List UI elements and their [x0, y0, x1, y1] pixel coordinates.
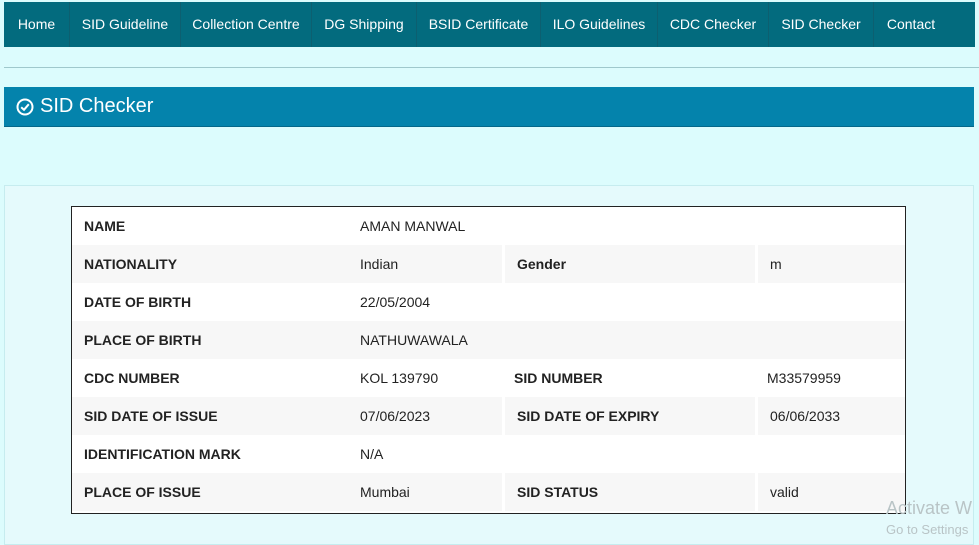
- table-row: PLACE OF BIRTH NATHUWAWALA: [72, 321, 905, 359]
- table-row: NAME AMAN MANWAL: [72, 207, 905, 245]
- sid-number-label: SID NUMBER: [514, 370, 603, 386]
- table-row: CDC NUMBER KOL 139790 SID NUMBER M335799…: [72, 359, 905, 397]
- nationality-value: Indian: [348, 245, 502, 283]
- gender-value: m: [755, 245, 905, 283]
- expiry-date-label: SID DATE OF EXPIRY: [502, 397, 755, 435]
- table-row: SID DATE OF ISSUE 07/06/2023 SID DATE OF…: [72, 397, 905, 435]
- page-title-banner: SID Checker: [4, 87, 974, 127]
- activation-watermark: Activate W: [886, 498, 973, 518]
- nav-cdc-checker[interactable]: CDC Checker: [658, 2, 769, 47]
- issue-date-label: SID DATE OF ISSUE: [72, 397, 348, 435]
- place-of-issue-value: Mumbai: [348, 473, 502, 511]
- check-circle-icon: [16, 98, 34, 116]
- identification-mark-value: N/A: [360, 446, 384, 462]
- nav-home[interactable]: Home: [4, 2, 70, 47]
- table-row: IDENTIFICATION MARK N/A: [72, 435, 905, 473]
- identification-mark-label: IDENTIFICATION MARK: [84, 446, 241, 462]
- expiry-date-value: 06/06/2033: [755, 397, 905, 435]
- nav-dg-shipping[interactable]: DG Shipping: [312, 2, 417, 47]
- sid-status-label: SID STATUS: [502, 473, 755, 511]
- issue-date-value: 07/06/2023: [348, 397, 502, 435]
- gender-label: Gender: [502, 245, 755, 283]
- nav-contact[interactable]: Contact: [874, 2, 948, 47]
- dob-label: DATE OF BIRTH: [84, 294, 192, 310]
- sid-status-value: valid: [755, 473, 905, 511]
- place-of-issue-label: PLACE OF ISSUE: [72, 473, 348, 511]
- nav-sid-guideline[interactable]: SID Guideline: [70, 2, 181, 47]
- table-row: DATE OF BIRTH 22/05/2004: [72, 283, 905, 321]
- divider: [4, 67, 979, 68]
- cdc-number-value: KOL 139790: [360, 370, 439, 386]
- name-value: AMAN MANWAL: [360, 218, 466, 234]
- table-row: PLACE OF ISSUE Mumbai SID STATUS valid: [72, 473, 905, 511]
- nav-ilo-guidelines[interactable]: ILO Guidelines: [541, 2, 658, 47]
- pob-value: NATHUWAWALA: [348, 321, 502, 359]
- nationality-label: NATIONALITY: [72, 245, 348, 283]
- page-title: SID Checker: [40, 95, 154, 117]
- nav-bsid-certificate[interactable]: BSID Certificate: [417, 2, 541, 47]
- top-navigation: Home SID Guideline Collection Centre DG …: [4, 2, 975, 47]
- sid-record-table: NAME AMAN MANWAL NATIONALITY Indian Gend…: [71, 206, 906, 514]
- table-row: NATIONALITY Indian Gender m: [72, 245, 905, 283]
- dob-value: 22/05/2004: [360, 294, 431, 310]
- pob-label: PLACE OF BIRTH: [72, 321, 348, 359]
- cdc-number-label: CDC NUMBER: [84, 370, 180, 386]
- sid-number-value: M33579959: [767, 370, 841, 386]
- name-label: NAME: [84, 218, 126, 234]
- nav-collection-centre[interactable]: Collection Centre: [181, 2, 312, 47]
- nav-sid-checker[interactable]: SID Checker: [769, 2, 874, 47]
